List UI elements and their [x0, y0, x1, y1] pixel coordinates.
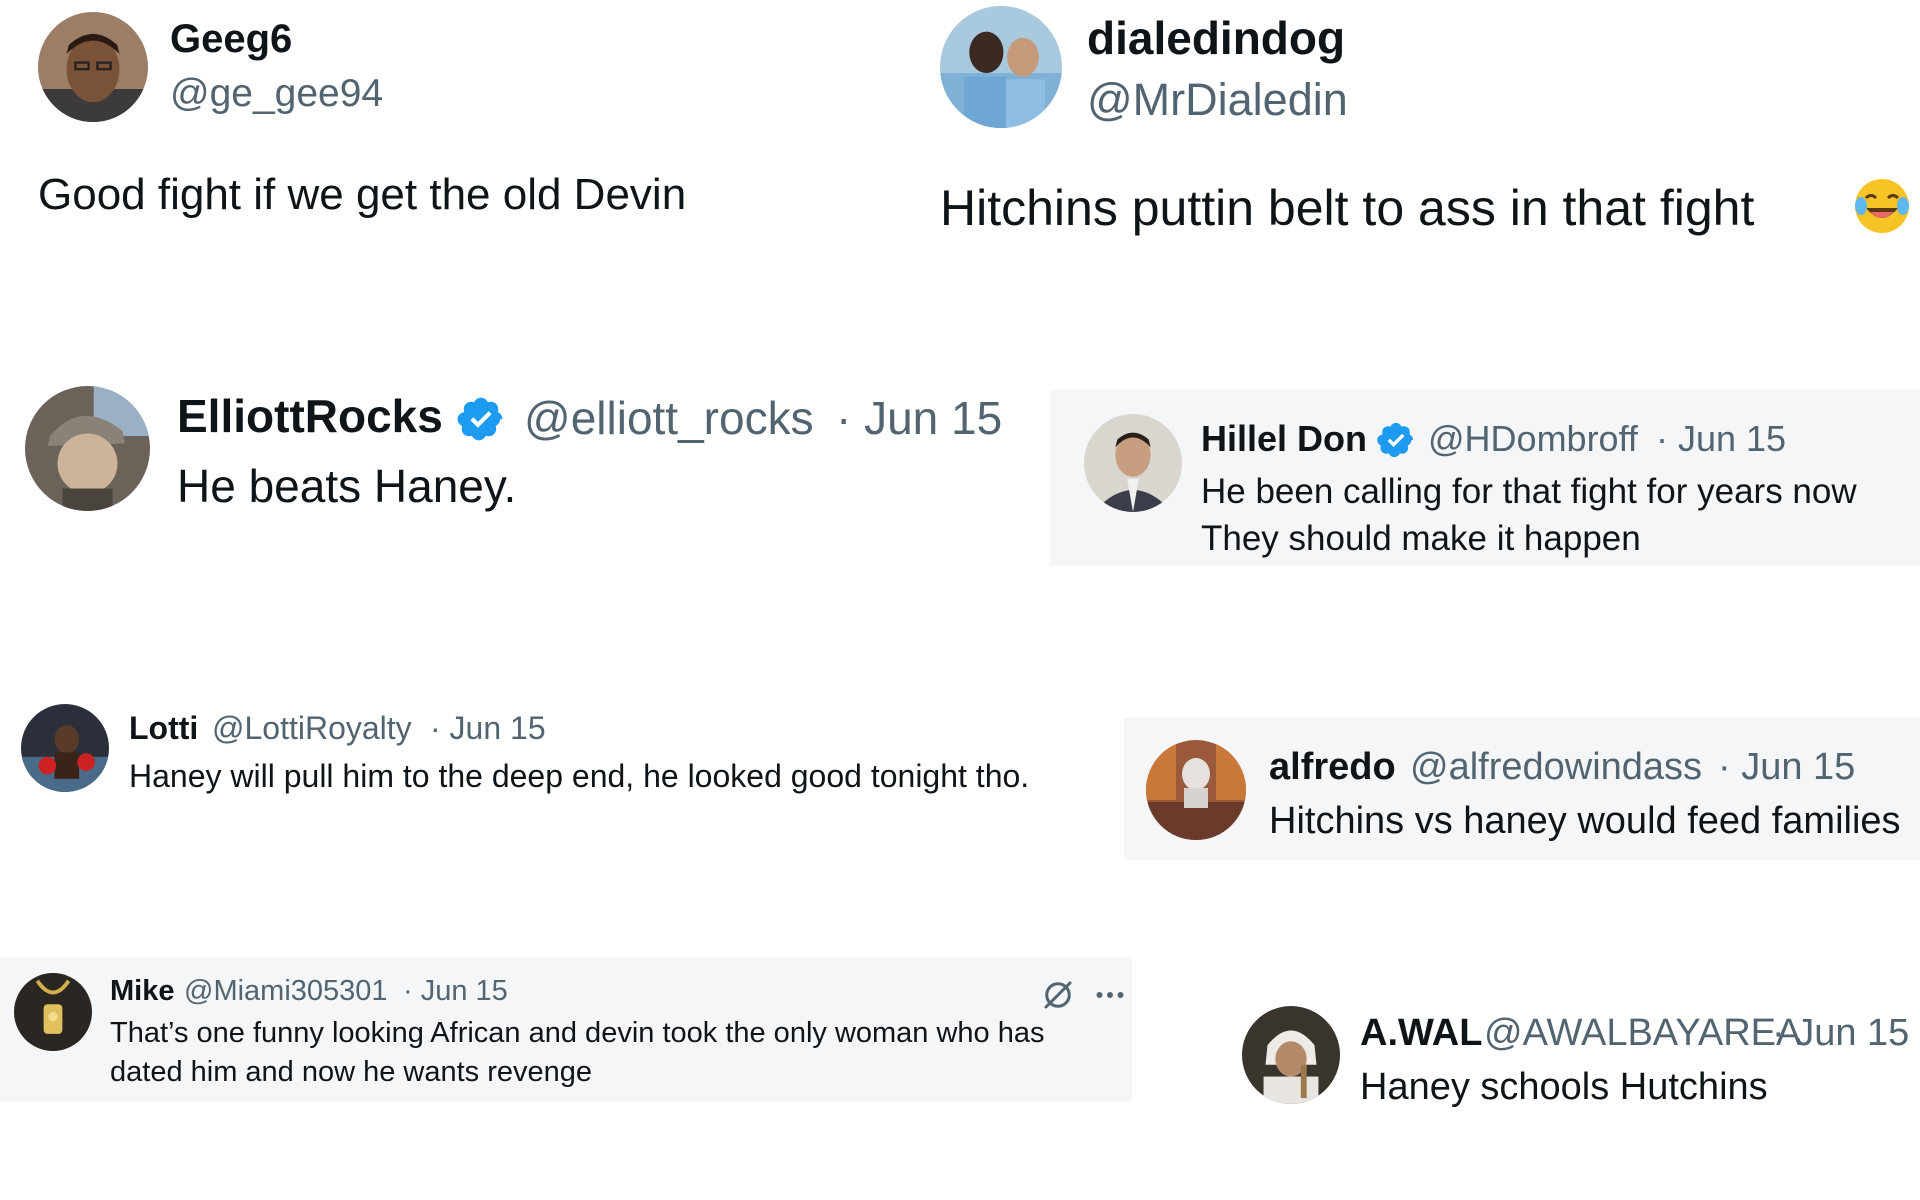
- tweet-text: Hitchins vs haney would feed families: [1269, 800, 1901, 842]
- tweet-author-handle[interactable]: @alfredowindass: [1410, 746, 1702, 790]
- verified-badge-icon: [456, 394, 506, 444]
- tweet-author-handle[interactable]: @elliott_rocks: [524, 392, 814, 445]
- tweet-author-handle[interactable]: @Miami305301: [184, 975, 388, 1008]
- tweet-author-name[interactable]: Lotti: [129, 710, 198, 747]
- tweet-geeg6: Geeg6 @ge_gee94 Good fight if we get the…: [20, 0, 920, 240]
- tweet-text: They should make it happen: [1201, 519, 1641, 558]
- tweet-date[interactable]: · Jun 15: [1772, 1012, 1909, 1056]
- avatar-lotti[interactable]: [21, 704, 109, 792]
- tweet-mike: Mike @Miami305301 · Jun 15 That’s one fu…: [0, 957, 1132, 1102]
- tweet-date[interactable]: · Jun 15: [430, 710, 546, 747]
- avatar-elliottrocks[interactable]: [25, 386, 150, 511]
- tweet-date[interactable]: · Jun 15: [403, 975, 508, 1008]
- tweet-text: Haney schools Hutchins: [1360, 1066, 1768, 1108]
- tweet-awal: A.WAL @AWALBAYAREA · Jun 15 Haney school…: [1230, 990, 1920, 1130]
- laughing-crying-emoji-icon: [1852, 176, 1912, 236]
- verified-badge-icon: [1376, 420, 1416, 460]
- tweet-text: He been calling for that fight for years…: [1201, 472, 1857, 511]
- grok-icon[interactable]: [1040, 977, 1076, 1013]
- tweet-author-name[interactable]: alfredo: [1269, 746, 1396, 790]
- tweet-author-name[interactable]: Mike: [110, 975, 174, 1008]
- tweet-date[interactable]: · Jun 15: [836, 392, 1002, 445]
- tweet-elliottrocks: ElliottRocks @elliott_rocks · Jun 15 He …: [0, 370, 1040, 520]
- tweet-author-name[interactable]: Geeg6: [170, 16, 292, 62]
- avatar-mike[interactable]: [14, 973, 92, 1051]
- tweet-author-name[interactable]: ElliottRocks: [177, 390, 443, 443]
- tweet-author-name[interactable]: Hillel Don: [1201, 418, 1367, 459]
- tweet-author-handle[interactable]: @ge_gee94: [170, 72, 383, 117]
- tweet-text: That’s one funny looking African and dev…: [110, 1017, 1045, 1049]
- avatar-alfredo[interactable]: [1146, 740, 1246, 840]
- avatar-awal[interactable]: [1242, 1006, 1340, 1104]
- avatar-hillel-don[interactable]: [1084, 414, 1182, 512]
- tweet-dialedindog: dialedindog @MrDialedin Hitchins puttin …: [930, 0, 1920, 260]
- avatar-geeg6[interactable]: [38, 12, 148, 122]
- tweet-author-handle[interactable]: @AWALBAYAREA: [1484, 1012, 1801, 1056]
- tweet-text: Hitchins puttin belt to ass in that figh…: [940, 180, 1755, 236]
- tweet-lotti: Lotti @LottiRoyalty · Jun 15 Haney will …: [0, 690, 1110, 810]
- more-icon[interactable]: [1092, 977, 1128, 1013]
- tweet-text: He beats Haney.: [177, 460, 517, 512]
- tweet-alfredo: alfredo @alfredowindass · Jun 15 Hitchin…: [1124, 718, 1920, 860]
- tweet-text: Good fight if we get the old Devin: [38, 170, 687, 219]
- tweet-author-name[interactable]: dialedindog: [1087, 12, 1345, 65]
- tweet-author-name[interactable]: A.WAL: [1360, 1012, 1482, 1056]
- tweet-author-handle[interactable]: @HDombroff: [1428, 418, 1638, 459]
- tweet-date[interactable]: · Jun 15: [1718, 746, 1855, 790]
- tweet-text: Haney will pull him to the deep end, he …: [129, 758, 1030, 794]
- tweet-text: dated him and now he wants revenge: [110, 1056, 593, 1088]
- tweet-author-handle[interactable]: @LottiRoyalty: [212, 710, 412, 747]
- tweet-hillel-don: Hillel Don @HDombroff · Jun 15 He been c…: [1050, 390, 1920, 566]
- tweet-date[interactable]: · Jun 15: [1656, 418, 1786, 459]
- avatar-dialedindog[interactable]: [940, 6, 1062, 128]
- tweet-author-handle[interactable]: @MrDialedin: [1087, 74, 1348, 126]
